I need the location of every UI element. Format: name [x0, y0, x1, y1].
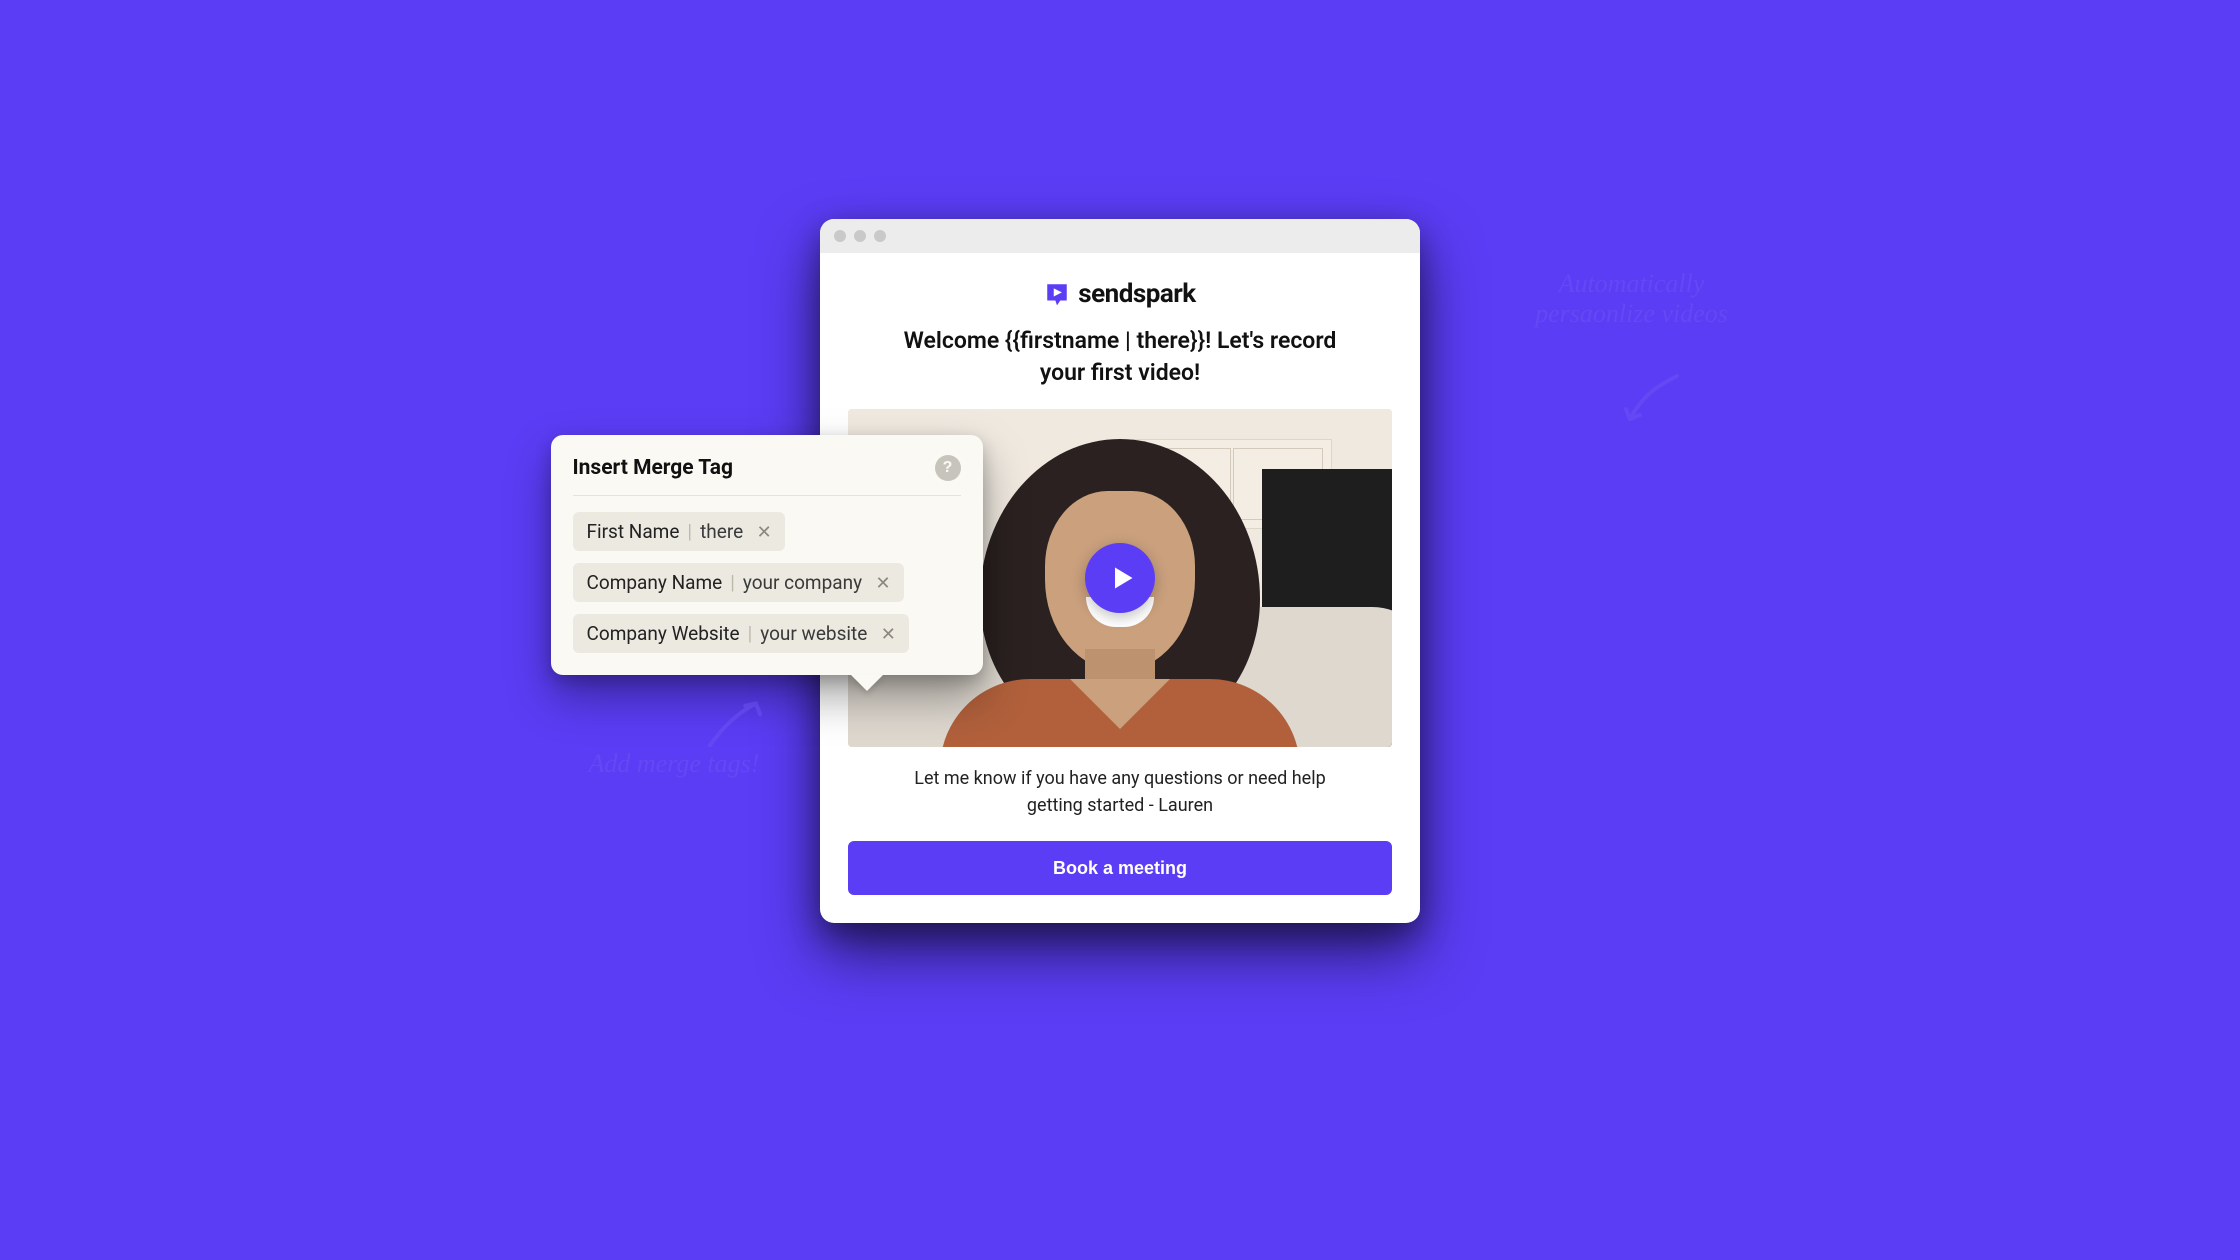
merge-popover-title: Insert Merge Tag — [573, 456, 734, 480]
merge-tag-fallback: your company — [743, 571, 862, 594]
merge-tag-name: Company Name — [587, 571, 723, 594]
window-control-zoom[interactable] — [874, 230, 886, 242]
play-icon — [1108, 564, 1136, 592]
annotation-arrow-left — [699, 689, 769, 759]
merge-tag-name: Company Website — [587, 622, 740, 645]
merge-help-button[interactable]: ? — [935, 455, 961, 481]
video-play-button[interactable] — [1085, 543, 1155, 613]
brand-name: sendspark — [1078, 279, 1195, 309]
remove-tag-button[interactable]: ✕ — [753, 521, 775, 543]
separator-icon: | — [740, 622, 761, 645]
window-titlebar — [820, 219, 1420, 253]
merge-tag-chip[interactable]: Company Name|your company ✕ — [573, 563, 905, 602]
merge-popover-header: Insert Merge Tag ? — [573, 455, 961, 496]
separator-icon: | — [679, 520, 700, 543]
person-shirt — [940, 679, 1300, 747]
remove-tag-button[interactable]: ✕ — [872, 572, 894, 594]
remove-tag-button[interactable]: ✕ — [877, 623, 899, 645]
window-control-close[interactable] — [834, 230, 846, 242]
merge-tag-fallback: there — [700, 520, 743, 543]
brand-lockup: sendspark — [1044, 279, 1195, 309]
page-headline: Welcome {{firstname | there}}! Let's rec… — [880, 325, 1360, 389]
merge-tag-fallback: your website — [760, 622, 867, 645]
merge-tag-chip[interactable]: Company Website|your website ✕ — [573, 614, 910, 653]
separator-icon: | — [722, 571, 743, 594]
brand-mark-icon — [1044, 281, 1070, 307]
help-icon: ? — [943, 459, 953, 477]
annotation-merge-tags: Add merge tags! — [589, 749, 849, 779]
video-caption: Let me know if you have any questions or… — [890, 765, 1350, 819]
window-control-minimize[interactable] — [854, 230, 866, 242]
merge-tag-chip[interactable]: First Name|there ✕ — [573, 512, 786, 551]
merge-tag-popover: Insert Merge Tag ? First Name|there✕Comp… — [551, 435, 983, 675]
book-meeting-button[interactable]: Book a meeting — [848, 841, 1392, 895]
annotation-arrow-right — [1622, 371, 1682, 431]
marketing-stage: sendspark Welcome {{firstname | there}}!… — [339, 189, 1902, 1071]
merge-tag-name: First Name — [587, 520, 680, 543]
annotation-personalize: Automatically persaonlize videos — [1492, 269, 1772, 329]
close-icon: ✕ — [876, 573, 891, 593]
close-icon: ✕ — [757, 522, 772, 542]
merge-tag-list: First Name|there✕Company Name|your compa… — [573, 512, 961, 653]
close-icon: ✕ — [881, 624, 896, 644]
